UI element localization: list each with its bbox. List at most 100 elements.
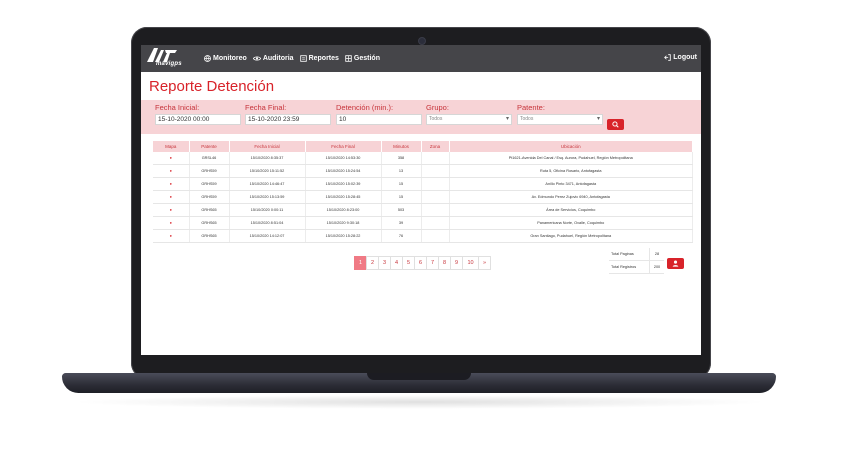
eye-icon <box>252 56 261 61</box>
header-zona[interactable]: Zona <box>421 141 450 152</box>
cell-ubicacion: Gran Santiago, Pudahuel, Región Metropol… <box>449 229 693 243</box>
cell-fecha-final: 15/10/2020 9:30:18 <box>305 216 382 230</box>
search-button[interactable] <box>607 119 624 130</box>
table-row: ● GRHS65 15/10/2020 0:00:11 15/10/2020 8… <box>153 203 693 217</box>
cell-minutos: 76 <box>381 229 422 243</box>
header-fecha-inicial[interactable]: Fecha Inicial <box>229 141 306 152</box>
map-pin-icon[interactable]: ● <box>153 177 190 191</box>
map-pin-icon[interactable]: ● <box>153 203 190 217</box>
report-icon <box>299 55 307 62</box>
header-minutos[interactable]: Minutos <box>381 141 422 152</box>
nav-auditoria[interactable]: Auditoria <box>252 55 294 62</box>
cell-ubicacion: Av. Edmundo Perez Zujovic 6940, Antofaga… <box>449 190 693 204</box>
fecha-final-label: Fecha Final: <box>245 103 287 112</box>
filter-bar: Fecha Inicial: 15-10-2020 00:00 Fecha Fi… <box>141 100 701 134</box>
header-mapa[interactable]: Mapa <box>153 141 190 152</box>
cell-fecha-final: 15/10/2020 15:28:22 <box>305 229 382 243</box>
totals-row-paginas: Total Paginas 28 <box>609 248 664 261</box>
map-pin-icon[interactable]: ● <box>153 216 190 230</box>
cell-fecha-inicial: 15/10/2020 14:12:07 <box>229 229 306 243</box>
nav-reportes[interactable]: Reportes <box>299 55 339 62</box>
map-pin-icon[interactable]: ● <box>153 190 190 204</box>
logo-text: mavigps <box>156 61 182 67</box>
fecha-inicial-input[interactable]: 15-10-2020 00:00 <box>155 114 241 125</box>
pagination: 1 2 3 4 5 6 7 8 9 10 » <box>354 256 491 270</box>
logo-mark-icon <box>147 48 177 62</box>
cell-zona <box>421 190 450 204</box>
results-table: Mapa Patente Fecha Inicial Fecha Final M… <box>153 141 693 243</box>
cell-patente: GRHS59 <box>189 177 230 191</box>
map-pin-icon[interactable]: ● <box>153 229 190 243</box>
logo[interactable]: mavigps <box>143 45 198 72</box>
cell-patente: GRHS59 <box>189 190 230 204</box>
patente-select-value: Todos <box>520 116 534 122</box>
filter-detencion: Detención (min.): 10 <box>336 103 422 125</box>
total-paginas-value: 28 <box>654 252 660 256</box>
cell-fecha-final: 15/10/2020 15:02:39 <box>305 177 382 191</box>
nav-monitoreo[interactable]: Monitoreo <box>204 55 247 62</box>
table-row: ● GRHS65 15/10/2020 8:51:04 15/10/2020 9… <box>153 216 693 230</box>
cell-fecha-final: 15/10/2020 8:23:00 <box>305 203 382 217</box>
filter-fecha-inicial: Fecha Inicial: 15-10-2020 00:00 <box>155 103 241 125</box>
filter-grupo: Grupo: Todos ▾ <box>426 103 512 125</box>
cell-fecha-inicial: 15/10/2020 8:35:37 <box>229 152 306 165</box>
globe-icon <box>204 55 211 62</box>
map-pin-icon[interactable]: ● <box>153 152 190 165</box>
nav-auditoria-label: Auditoria <box>262 55 294 62</box>
cell-zona <box>421 177 450 191</box>
cell-fecha-final: 15/10/2020 15:28:45 <box>305 190 382 204</box>
patente-label: Patente: <box>517 103 545 112</box>
nav-reportes-label: Reportes <box>308 55 339 62</box>
cell-fecha-inicial: 15/10/2020 14:46:47 <box>229 177 306 191</box>
filter-fecha-final: Fecha Final: 15-10-2020 23:59 <box>245 103 331 125</box>
fecha-final-input[interactable]: 15-10-2020 23:59 <box>245 114 331 125</box>
table-row: ● GRHS59 15/10/2020 15:13:59 15/10/2020 … <box>153 190 693 204</box>
cell-minutos: 13 <box>381 164 422 178</box>
cell-zona <box>421 203 450 217</box>
cell-minutos: 15 <box>381 190 422 204</box>
detencion-input[interactable]: 10 <box>336 114 422 125</box>
page-next-button[interactable]: » <box>478 256 491 270</box>
cell-zona <box>421 216 450 230</box>
base-notch <box>367 373 471 380</box>
nav-monitoreo-label: Monitoreo <box>213 55 247 62</box>
chevron-down-icon: ▾ <box>505 116 509 122</box>
totals-row-registros: Total Registros 200 <box>609 261 664 274</box>
grupo-select[interactable]: Todos ▾ <box>426 114 512 125</box>
page-button-10[interactable]: 10 <box>462 256 479 270</box>
cell-patente: GRHS65 <box>189 229 230 243</box>
map-pin-icon[interactable]: ● <box>153 164 190 178</box>
cell-ubicacion: Pt1621-Avenida Del Canal / Esq. Aurora, … <box>449 152 693 165</box>
grid-icon <box>345 55 352 62</box>
cell-zona <box>421 152 450 165</box>
page-title: Reporte Detención <box>149 78 275 95</box>
header-ubicacion[interactable]: Ubicación <box>449 141 693 152</box>
total-registros-value: 200 <box>653 265 661 269</box>
cell-minutos: 503 <box>381 203 422 217</box>
export-button[interactable] <box>667 258 684 269</box>
cell-zona <box>421 164 450 178</box>
detencion-label: Detención (min.): <box>336 103 394 112</box>
cell-minutos: 358 <box>381 152 422 165</box>
cell-fecha-final: 15/10/2020 15:24:54 <box>305 164 382 178</box>
logout-button[interactable]: Logout <box>664 54 697 61</box>
logout-label: Logout <box>673 54 697 61</box>
cell-ubicacion: Anillo Pinto 3471, Antofagasta <box>449 177 693 191</box>
patente-select[interactable]: Todos ▾ <box>517 114 603 125</box>
total-paginas-label: Total Paginas <box>609 248 650 260</box>
total-registros-label: Total Registros <box>609 261 650 273</box>
nav-gestion[interactable]: Gestión <box>345 55 380 62</box>
cell-patente: GRHS65 <box>189 203 230 217</box>
cell-zona <box>421 229 450 243</box>
cell-fecha-inicial: 15/10/2020 15:13:59 <box>229 190 306 204</box>
header-patente[interactable]: Patente <box>189 141 230 152</box>
cell-patente: GRSL46 <box>189 152 230 165</box>
laptop-shadow <box>70 395 770 409</box>
navbar: mavigps Monitoreo Auditoria Reportes Ges… <box>141 45 701 72</box>
cell-minutos: 15 <box>381 177 422 191</box>
search-icon <box>612 121 619 128</box>
header-fecha-final[interactable]: Fecha Final <box>305 141 382 152</box>
cell-fecha-inicial: 15/10/2020 15:11:52 <box>229 164 306 178</box>
cell-fecha-final: 15/10/2020 14:53:30 <box>305 152 382 165</box>
table-row: ● GRHS65 15/10/2020 14:12:07 15/10/2020 … <box>153 229 693 243</box>
